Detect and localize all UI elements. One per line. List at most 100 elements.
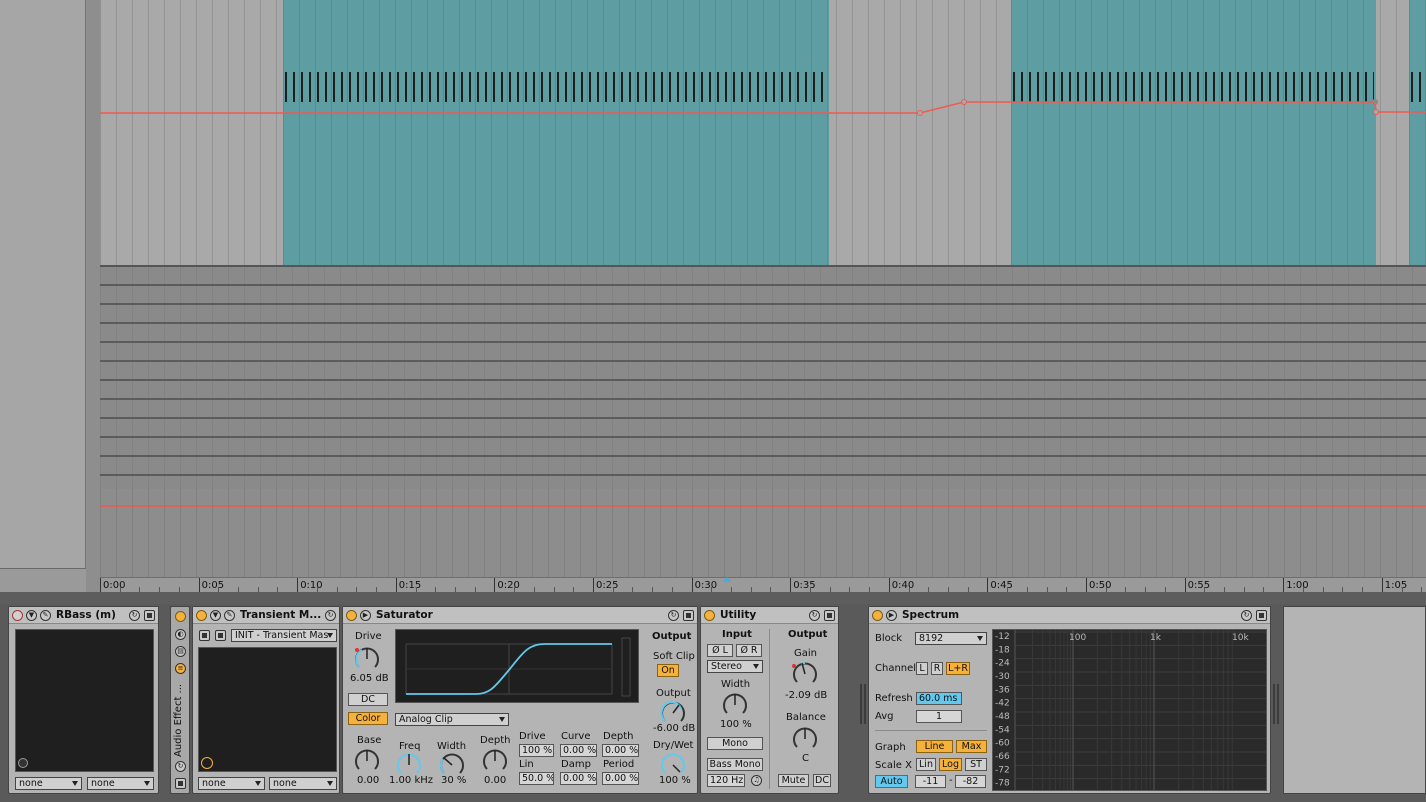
chain-end-grip[interactable]	[1273, 684, 1279, 724]
block-size-select[interactable]: 8192	[915, 632, 987, 645]
dc-button[interactable]: DC	[348, 693, 388, 706]
graph-line-toggle[interactable]: Line	[916, 740, 953, 753]
avg-field[interactable]: 1	[916, 710, 962, 723]
wrench-icon[interactable]: ✎	[224, 609, 235, 621]
device-activator[interactable]	[346, 609, 357, 621]
preset-select[interactable]: INIT - Transient Mas	[231, 629, 337, 642]
saturation-mode-select[interactable]: Analog Clip	[395, 713, 509, 726]
drive-knob[interactable]	[353, 645, 381, 673]
scale-log-toggle[interactable]: Log	[939, 758, 962, 771]
macro-select-right[interactable]: none	[269, 777, 337, 790]
plugin-window-icon[interactable]	[199, 630, 210, 641]
range-min-field[interactable]: -11	[915, 775, 946, 788]
freq-knob[interactable]	[395, 751, 423, 777]
balance-label: Balance	[786, 712, 826, 723]
hot-swap-icon[interactable]: ↻	[1241, 609, 1252, 621]
width-knob[interactable]	[438, 751, 466, 777]
graph-max-toggle[interactable]: Max	[956, 740, 987, 753]
ruler-tick: 0:35	[790, 578, 816, 592]
headphones-icon[interactable]: ♫	[751, 775, 762, 786]
time-ruler[interactable]: 0:00 0:05 0:10 0:15 0:20 0:25 0:30 0:35 0:40 0:45…	[100, 577, 1426, 592]
clip-lane[interactable]	[100, 0, 1426, 265]
ruler-label: 0:05	[201, 580, 225, 591]
mute-button[interactable]: Mute	[778, 774, 809, 787]
play-icon[interactable]: ▶	[360, 609, 371, 621]
save-preset-icon[interactable]	[824, 609, 835, 621]
macro-select-left[interactable]: none	[198, 777, 265, 790]
device-activator[interactable]	[704, 609, 715, 621]
device-activator[interactable]	[196, 609, 207, 621]
drywet-knob[interactable]	[659, 751, 687, 777]
range-max-field[interactable]: -82	[955, 775, 986, 788]
curve-field[interactable]: 0.00 %	[560, 744, 597, 757]
rack-devices-icon[interactable]: ≡	[175, 663, 186, 674]
soft-clip-toggle[interactable]: On	[657, 664, 679, 677]
lin-field[interactable]: 50.0 %	[519, 772, 554, 785]
device-transient-master: ▼ ✎ Transient M... ↻ INIT - Transient Ma…	[192, 606, 340, 794]
spectrum-display[interactable]: -12 -18 -24 -30 -36 -42 -48 -54 -60 -66 -72 -78 100 1…	[992, 629, 1267, 791]
xy-pad[interactable]	[15, 629, 154, 772]
save-preset-icon[interactable]	[683, 609, 694, 621]
gain-knob[interactable]	[791, 660, 819, 688]
midi-clip-3[interactable]	[1409, 0, 1426, 265]
device-activator[interactable]	[12, 609, 23, 621]
channel-lr-toggle[interactable]: L+R	[946, 662, 970, 675]
width-knob[interactable]	[721, 691, 749, 719]
base-knob[interactable]	[353, 747, 381, 775]
mono-button[interactable]: Mono	[707, 737, 763, 750]
macro-select-right[interactable]: none	[87, 777, 154, 790]
track-header-strip[interactable]	[0, 0, 86, 592]
hot-swap-icon[interactable]: ↻	[129, 609, 140, 621]
balance-knob[interactable]	[791, 725, 819, 753]
channel-r-toggle[interactable]: R	[931, 662, 943, 675]
refresh-field[interactable]: 60.0 ms	[916, 692, 962, 705]
ruler-tick: 0:30	[691, 578, 717, 592]
channel-mode-select[interactable]: Stereo	[707, 660, 763, 673]
ruler-label: 0:10	[300, 580, 323, 591]
scale-st-toggle[interactable]: ST	[965, 758, 987, 771]
dc-button[interactable]: DC	[813, 774, 831, 787]
midi-clip-2[interactable]	[1011, 0, 1376, 265]
plugin-panel[interactable]	[198, 647, 337, 772]
automation-lane[interactable]	[100, 267, 1426, 577]
detail-view-separator[interactable]	[0, 592, 1426, 604]
rack-save-icon[interactable]	[175, 778, 186, 789]
damp-field[interactable]: 0.00 %	[560, 772, 597, 785]
playhead-marker[interactable]	[723, 577, 731, 582]
output-knob[interactable]	[659, 699, 687, 725]
macro-select-left[interactable]: none	[15, 777, 82, 790]
play-icon[interactable]: ▶	[886, 609, 897, 621]
rack-macro-icon[interactable]: ◐	[175, 629, 186, 640]
phase-right-toggle[interactable]: Ø R	[736, 644, 762, 657]
save-preset-icon[interactable]	[144, 609, 155, 621]
rack-hot-swap-icon[interactable]: ↻	[175, 761, 186, 772]
hot-swap-icon[interactable]: ↻	[325, 609, 336, 621]
hot-swap-icon[interactable]: ↻	[668, 609, 679, 621]
scale-lin-toggle[interactable]: Lin	[916, 758, 936, 771]
phase-left-toggle[interactable]: Ø L	[707, 644, 733, 657]
rack-activator[interactable]	[175, 611, 186, 622]
chain-resize-grip[interactable]	[860, 684, 866, 724]
ws-depth-field[interactable]: 0.00 %	[602, 744, 639, 757]
color-button[interactable]: Color	[348, 712, 388, 725]
plugin-handle[interactable]	[201, 757, 213, 769]
channel-l-toggle[interactable]: L	[916, 662, 928, 675]
bass-mono-button[interactable]: Bass Mono	[707, 758, 763, 771]
midi-clip-1[interactable]	[283, 0, 829, 265]
rack-chain-icon[interactable]: ▤	[175, 646, 186, 657]
xy-pad-handle[interactable]	[18, 758, 28, 768]
period-field[interactable]: 0.00 %	[602, 772, 639, 785]
hot-swap-icon[interactable]: ↻	[809, 609, 820, 621]
fold-icon[interactable]: ▼	[26, 609, 37, 621]
chain-drop-area[interactable]	[1283, 606, 1426, 794]
wrench-icon[interactable]: ✎	[40, 609, 51, 621]
ruler-tick: 0:05	[198, 578, 224, 592]
depth-knob[interactable]	[481, 747, 509, 775]
device-activator[interactable]	[872, 609, 883, 621]
save-preset-icon[interactable]	[1256, 609, 1267, 621]
bass-mono-freq-field[interactable]: 120 Hz	[707, 774, 745, 787]
ws-drive-field[interactable]: 100 %	[519, 744, 554, 757]
plugin-save-icon[interactable]	[215, 630, 226, 641]
auto-range-toggle[interactable]: Auto	[875, 775, 908, 788]
fold-icon[interactable]: ▼	[210, 609, 221, 621]
